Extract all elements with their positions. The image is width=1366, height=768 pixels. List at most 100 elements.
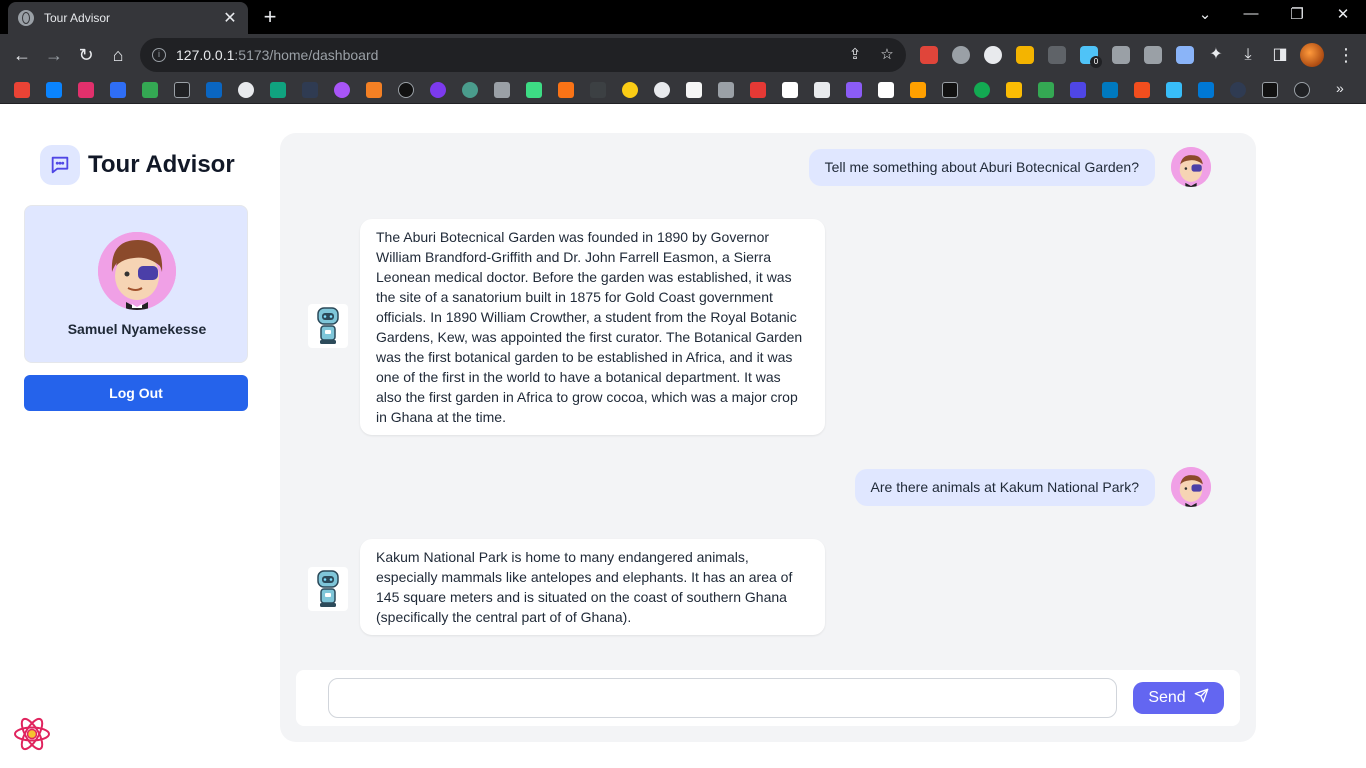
extension-icon[interactable] — [920, 46, 938, 64]
bookmark-icon[interactable] — [334, 82, 350, 98]
extension-icon[interactable] — [952, 46, 970, 64]
address-bar[interactable]: i 127.0.0.1:5173/home/dashboard ⇪ ☆ — [140, 38, 906, 72]
bookmark-icon[interactable] — [1294, 82, 1310, 98]
chat-messages[interactable]: Tell me something about Aburi Botecnical… — [296, 133, 1236, 653]
user-avatar — [98, 232, 176, 310]
extension-icon[interactable] — [984, 46, 1002, 64]
gmail-icon[interactable] — [14, 82, 30, 98]
brand: Tour Advisor — [40, 145, 235, 185]
android-icon[interactable] — [526, 82, 542, 98]
bookmark-icon[interactable] — [142, 82, 158, 98]
linkedin-icon[interactable] — [206, 82, 222, 98]
chat-panel: Tell me something about Aburi Botecnical… — [280, 133, 1256, 742]
send-button[interactable]: Send — [1133, 682, 1224, 714]
react-logo-icon[interactable] — [12, 714, 52, 754]
firebase-icon[interactable] — [910, 82, 926, 98]
brand-title: Tour Advisor — [88, 151, 235, 178]
profile-avatar[interactable] — [1300, 43, 1324, 67]
bookmark-icon[interactable] — [846, 82, 862, 98]
bookmark-icon[interactable] — [110, 82, 126, 98]
bookmark-star-icon[interactable]: ☆ — [878, 46, 896, 64]
url-path: :5173/home/dashboard — [234, 47, 379, 63]
user-message: Tell me something about Aburi Botecnical… — [808, 149, 1155, 186]
bookmark-icon[interactable] — [686, 82, 702, 98]
close-tab-icon[interactable]: ✕ — [222, 8, 238, 28]
message-input[interactable] — [328, 678, 1117, 718]
menu-dots-icon[interactable]: ⋮ — [1334, 43, 1358, 67]
user-avatar — [1171, 467, 1211, 507]
extension-icon[interactable] — [1112, 46, 1130, 64]
extension-icon[interactable] — [1016, 46, 1034, 64]
extension-badge: 0 — [1090, 56, 1102, 68]
bookmark-icon[interactable] — [718, 82, 734, 98]
nextjs-icon[interactable] — [398, 82, 414, 98]
bot-message: Kakum National Park is home to many enda… — [360, 539, 825, 635]
tab-search-icon[interactable]: ⌄ — [1193, 5, 1217, 23]
browser-tab[interactable]: Tour Advisor ✕ — [8, 2, 248, 34]
bookmark-icon[interactable] — [494, 82, 510, 98]
bookmark-icon[interactable] — [302, 82, 318, 98]
user-message: Are there animals at Kakum National Park… — [854, 469, 1155, 506]
puzzle-extensions-icon[interactable]: ✦ — [1204, 43, 1228, 67]
app-root: Tour Advisor Samuel Nyamekesse Log Out T… — [0, 104, 1366, 768]
more-bookmarks-icon[interactable]: » — [1336, 80, 1344, 96]
new-tab-button[interactable]: + — [258, 4, 282, 30]
bookmark-icon[interactable] — [590, 82, 606, 98]
instagram-icon[interactable] — [78, 82, 94, 98]
bookmark-icon[interactable] — [750, 82, 766, 98]
minimize-button[interactable]: — — [1239, 5, 1263, 22]
share-icon[interactable]: ⇪ — [846, 46, 864, 64]
user-avatar — [1171, 147, 1211, 187]
github-icon[interactable] — [238, 82, 254, 98]
google-drive-icon[interactable] — [1006, 82, 1022, 98]
globe-icon — [18, 10, 34, 26]
ublock-icon[interactable] — [1048, 46, 1066, 64]
x-icon[interactable] — [1262, 82, 1278, 98]
send-label: Send — [1148, 689, 1186, 706]
onedrive-icon[interactable] — [46, 82, 62, 98]
bookmark-icon[interactable] — [462, 82, 478, 98]
bookmark-icon[interactable] — [878, 82, 894, 98]
url-host: 127.0.0.1 — [176, 47, 235, 63]
notion-icon[interactable] — [782, 82, 798, 98]
profile-card: Samuel Nyamekesse — [24, 205, 248, 363]
bot-avatar — [308, 304, 348, 348]
restore-button[interactable]: ❐ — [1285, 5, 1309, 23]
reload-icon[interactable]: ↻ — [74, 43, 98, 67]
bookmark-icon[interactable] — [1230, 82, 1246, 98]
forward-icon[interactable]: → — [42, 43, 66, 67]
chatgpt-icon[interactable] — [270, 82, 286, 98]
tailwind-icon[interactable] — [1166, 82, 1182, 98]
extension-icon[interactable] — [1144, 46, 1162, 64]
site-info-icon[interactable]: i — [152, 48, 166, 62]
mongodb-icon[interactable] — [974, 82, 990, 98]
bookmark-icon[interactable] — [814, 82, 830, 98]
stackoverflow-icon[interactable] — [366, 82, 382, 98]
figma-icon[interactable] — [1134, 82, 1150, 98]
bot-message: The Aburi Botecnical Garden was founded … — [360, 219, 825, 435]
bookmark-icon[interactable] — [1038, 82, 1054, 98]
bot-avatar — [308, 567, 348, 611]
outlook-icon[interactable] — [1198, 82, 1214, 98]
bookmark-icon[interactable] — [1070, 82, 1086, 98]
logout-button[interactable]: Log Out — [24, 375, 248, 411]
chat-bubble-icon — [40, 145, 80, 185]
bookmarks-bar: » — [0, 76, 1366, 104]
home-icon[interactable]: ⌂ — [106, 43, 130, 67]
extension-icon[interactable]: 0 — [1080, 46, 1102, 68]
browser-toolbar: ← → ↻ ⌂ i 127.0.0.1:5173/home/dashboard … — [0, 34, 1366, 76]
extension-icon[interactable] — [1176, 46, 1194, 64]
bookmark-icon[interactable] — [430, 82, 446, 98]
bookmark-icon[interactable] — [622, 82, 638, 98]
side-panel-icon[interactable]: ◨ — [1268, 43, 1292, 67]
browser-tab-strip: Tour Advisor ✕ + ⌄ — ❐ ✕ — [0, 0, 1366, 34]
download-icon[interactable]: ⤓ — [1236, 43, 1260, 67]
bookmark-icon[interactable] — [558, 82, 574, 98]
bookmark-icon[interactable] — [942, 82, 958, 98]
back-icon[interactable]: ← — [10, 43, 34, 67]
close-window-button[interactable]: ✕ — [1331, 5, 1355, 23]
bookmark-icon[interactable] — [654, 82, 670, 98]
trello-icon[interactable] — [1102, 82, 1118, 98]
paper-plane-icon — [1194, 688, 1209, 708]
bookmark-icon[interactable] — [174, 82, 190, 98]
